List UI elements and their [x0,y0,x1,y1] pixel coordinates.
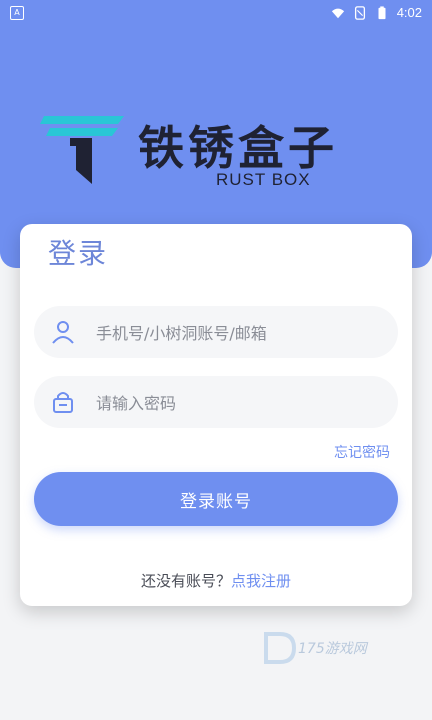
login-card: 登录 忘记密码 登录账号 还没有账号？点我注册 [20,224,412,606]
account-input[interactable] [94,306,388,360]
account-field [34,306,398,360]
lock-icon [53,392,73,413]
app-subtitle: RUST BOX [216,170,311,189]
login-title: 登录 [48,237,109,270]
app-name: 铁锈盒子 [138,121,338,175]
register-link[interactable]: 点我注册 [231,572,291,590]
rust-box-logo-icon [40,116,124,184]
sim-icon [354,5,365,20]
user-icon [52,321,74,344]
status-bar: A 4:02 [0,0,432,28]
watermark: 175游戏网 [262,630,402,670]
register-row: 还没有账号？点我注册 [20,570,412,591]
watermark-logo-icon [264,632,297,664]
password-field [34,376,398,430]
status-icons: 4:02 [331,5,422,20]
status-time: 4:02 [396,5,422,20]
password-input[interactable] [94,376,388,430]
notification-icon: A [10,6,24,20]
register-prompt: 还没有账号？ [140,572,231,590]
forgot-password-link[interactable]: 忘记密码 [334,442,390,462]
wifi-icon [331,8,344,18]
battery-icon [378,5,386,19]
app-logo: 铁锈盒子 RUST BOX [40,108,400,198]
login-button[interactable]: 登录账号 [34,472,398,526]
watermark-text: 175游戏网 [298,641,367,657]
